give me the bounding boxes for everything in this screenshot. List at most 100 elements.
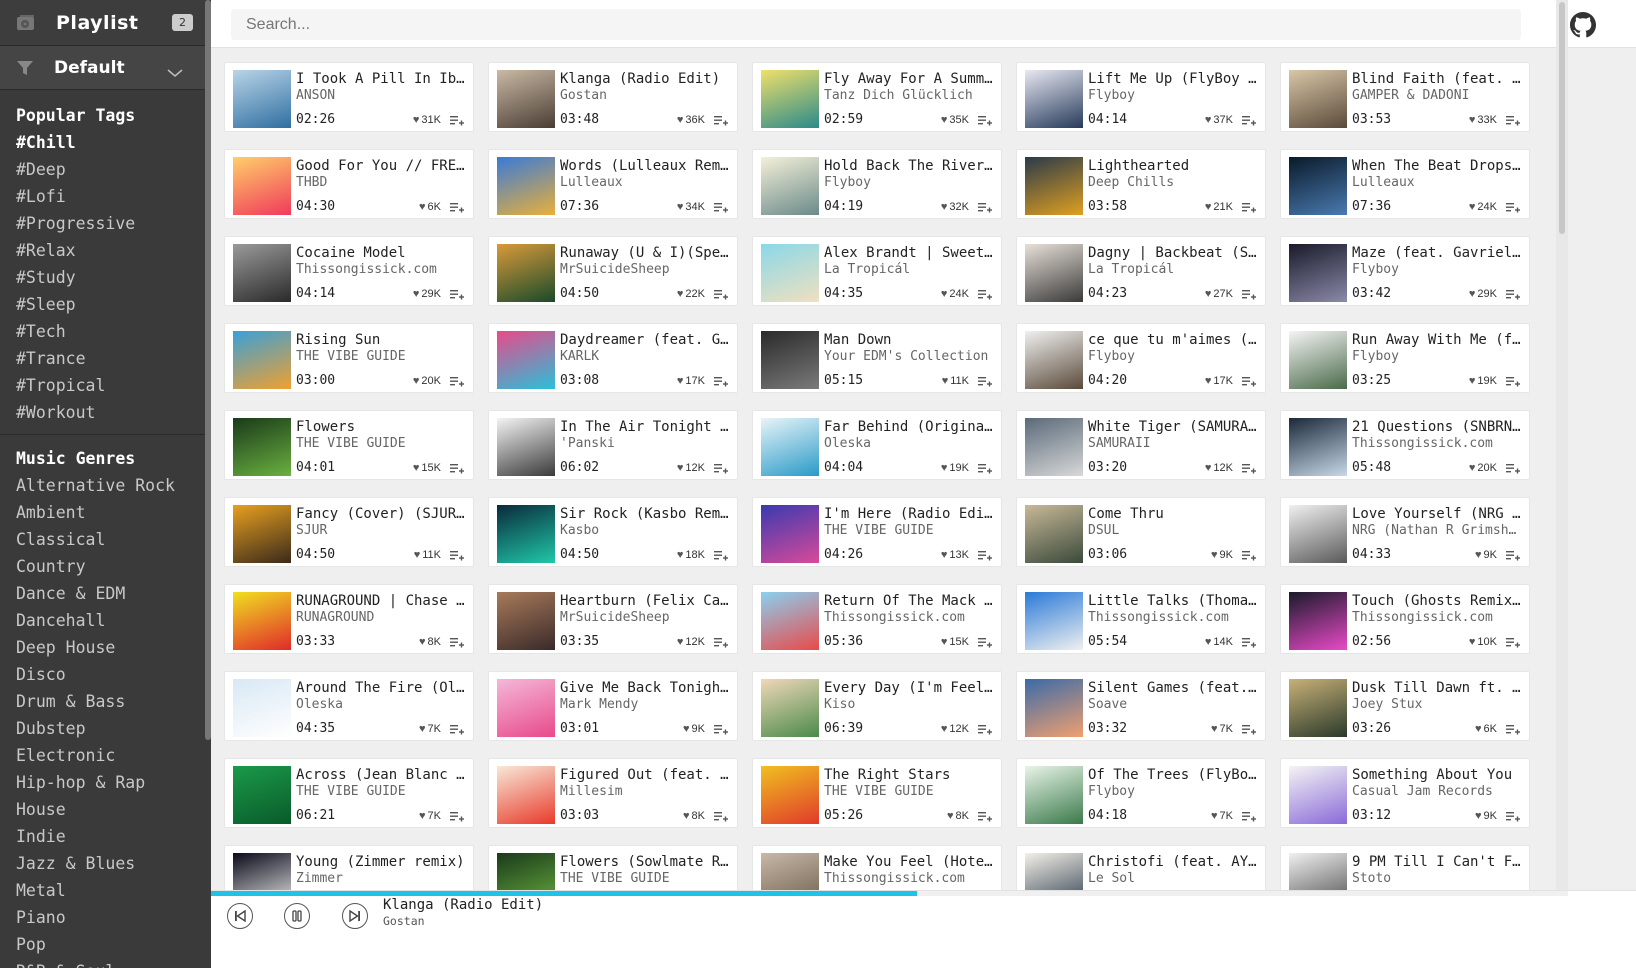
track-card[interactable]: Little Talks (Thomas Remix)Thissongissic… xyxy=(1016,584,1266,654)
search-input[interactable] xyxy=(231,9,1521,40)
genre-item[interactable]: Pop xyxy=(0,931,211,958)
add-to-queue-icon[interactable] xyxy=(713,634,729,650)
genre-item[interactable]: Dance & EDM xyxy=(0,580,211,607)
track-card[interactable]: Touch (Ghosts Remix) ...Thissongissick.c… xyxy=(1280,584,1530,654)
album-art[interactable] xyxy=(1025,853,1083,894)
track-card[interactable]: Silent Games (feat. Zak)Soave 03:32 ♥7K xyxy=(1016,671,1266,741)
like-count[interactable]: ♥ 34K xyxy=(677,199,705,215)
like-count[interactable]: ♥ 12K xyxy=(1205,460,1233,476)
track-title[interactable]: Fancy (Cover) (SJUR Remix) xyxy=(296,506,468,523)
like-count[interactable]: ♥ 12K xyxy=(941,721,969,737)
track-card[interactable]: Return Of The Mack (SNBRN)Thissongissick… xyxy=(752,584,1002,654)
add-to-queue-icon[interactable] xyxy=(977,721,993,737)
track-card[interactable]: Come Thru DSUL 03:06 ♥ 9K xyxy=(1016,497,1266,567)
track-title[interactable]: Alex Brandt | Sweet Summer xyxy=(824,245,996,262)
add-to-queue-icon[interactable] xyxy=(1241,460,1257,476)
album-art[interactable] xyxy=(1289,853,1347,894)
like-count[interactable]: ♥ 24K xyxy=(1469,199,1497,215)
album-art[interactable] xyxy=(497,505,555,563)
add-to-queue-icon[interactable] xyxy=(977,634,993,650)
track-card[interactable]: Every Day (I'm Feeling Good)Kiso 06:39 ♥12… xyxy=(752,671,1002,741)
like-count[interactable]: ♥ 11K xyxy=(414,547,441,563)
genre-item[interactable]: Ambient xyxy=(0,499,211,526)
genre-item[interactable]: Disco xyxy=(0,661,211,688)
add-to-queue-icon[interactable] xyxy=(713,373,729,389)
track-title[interactable]: When The Beat Drops Out xyxy=(1352,158,1524,175)
like-count[interactable]: ♥ 6K xyxy=(1475,721,1497,737)
tag-item[interactable]: #Lofi xyxy=(0,183,211,210)
track-title[interactable]: Words (Lulleaux Remix) xyxy=(560,158,732,175)
album-art[interactable] xyxy=(233,157,291,215)
album-art[interactable] xyxy=(233,70,291,128)
add-to-queue-icon[interactable] xyxy=(449,460,465,476)
album-art[interactable] xyxy=(1025,418,1083,476)
track-title[interactable]: Figured Out (feat. Maia) xyxy=(560,767,732,784)
track-title[interactable]: Across (Jean Blanc Remix) xyxy=(296,767,468,784)
track-card[interactable]: When The Beat Drops OutLulleaux 07:36 ♥24K xyxy=(1280,149,1530,219)
track-title[interactable]: The Right Stars xyxy=(824,767,996,784)
album-art[interactable] xyxy=(497,244,555,302)
genre-item[interactable]: Drum & Bass xyxy=(0,688,211,715)
track-title[interactable]: Of The Trees (FlyBoy Remix) xyxy=(1088,767,1260,784)
track-title[interactable]: Rising Sun xyxy=(296,332,468,349)
like-count[interactable]: ♥ 27K xyxy=(1205,286,1233,302)
genre-item[interactable]: R&B & Soul xyxy=(0,958,211,968)
track-title[interactable]: Young (Zimmer remix) xyxy=(296,854,468,871)
track-card[interactable]: Words (Lulleaux Remix) Lulleaux 07:36 ♥ 34K xyxy=(488,149,738,219)
add-to-queue-icon[interactable] xyxy=(1241,112,1257,128)
album-art[interactable] xyxy=(233,244,291,302)
track-title[interactable]: Every Day (I'm Feeling Good) xyxy=(824,680,996,697)
track-card[interactable]: Young (Zimmer remix) Zimmer xyxy=(224,845,474,894)
add-to-queue-icon[interactable] xyxy=(977,547,993,563)
like-count[interactable]: ♥ 20K xyxy=(413,373,441,389)
track-card[interactable]: Make You Feel (Hotel Garuda)Thissongissi… xyxy=(752,845,1002,894)
add-to-queue-icon[interactable] xyxy=(1241,199,1257,215)
tag-item[interactable]: #Deep xyxy=(0,156,211,183)
genre-item[interactable]: Dancehall xyxy=(0,607,211,634)
like-count[interactable]: ♥ 35K xyxy=(941,112,969,128)
track-title[interactable]: Maze (feat. Gavrielle) xyxy=(1352,245,1524,262)
like-count[interactable]: ♥ 9K xyxy=(1475,547,1497,563)
track-card[interactable]: Good For You // FREE DOWNLOADTHBD 04:30 ♥6… xyxy=(224,149,474,219)
like-count[interactable]: ♥ 8K xyxy=(419,634,441,650)
track-title[interactable]: Return Of The Mack (SNBRN) xyxy=(824,593,996,610)
track-title[interactable]: Dusk Till Dawn ft. Sia xyxy=(1352,680,1524,697)
track-card[interactable]: Runaway (U & I)(Speaker of the House)MrS… xyxy=(488,236,738,306)
album-art[interactable] xyxy=(761,592,819,650)
like-count[interactable]: ♥ 13K xyxy=(941,547,969,563)
add-to-queue-icon[interactable] xyxy=(449,547,465,563)
add-to-queue-icon[interactable] xyxy=(1505,460,1521,476)
album-art[interactable] xyxy=(1025,766,1083,824)
track-title[interactable]: Christofi (feat. AYER) xyxy=(1088,854,1260,871)
genre-item[interactable]: Hip-hop & Rap xyxy=(0,769,211,796)
add-to-queue-icon[interactable] xyxy=(1241,721,1257,737)
track-card[interactable]: RUNAGROUND | Chase Your DreamsRUNAGROUND… xyxy=(224,584,474,654)
track-card[interactable]: Lift Me Up (FlyBoy Remix)Flyboy 04:14 ♥37K xyxy=(1016,62,1266,132)
add-to-queue-icon[interactable] xyxy=(449,634,465,650)
tag-item[interactable]: #Study xyxy=(0,264,211,291)
track-card[interactable]: ce que tu m'aimes (FlyBoy)Flyboy 04:20 ♥17… xyxy=(1016,323,1266,393)
track-title[interactable]: Around The Fire (Oleska) xyxy=(296,680,468,697)
album-art[interactable] xyxy=(497,331,555,389)
like-count[interactable]: ♥ 12K xyxy=(677,460,705,476)
track-title[interactable]: Blind Faith (feat. Pa... xyxy=(1352,71,1524,88)
add-to-queue-icon[interactable] xyxy=(713,808,729,824)
genre-item[interactable]: Metal xyxy=(0,877,211,904)
track-card[interactable]: Of The Trees (FlyBoy Remix)Flyboy 04:18 ♥7… xyxy=(1016,758,1266,828)
track-card[interactable]: Maze (feat. Gavrielle) Flyboy 03:42 ♥ 29K xyxy=(1280,236,1530,306)
track-card[interactable]: Run Away With Me (feat...)Flyboy 03:25 ♥19… xyxy=(1280,323,1530,393)
like-count[interactable]: ♥ 19K xyxy=(1469,373,1497,389)
track-card[interactable]: Fancy (Cover) (SJUR Remix)SJUR 04:50 ♥11K xyxy=(224,497,474,567)
like-count[interactable]: ♥ 37K xyxy=(1205,112,1233,128)
add-to-queue-icon[interactable] xyxy=(1505,547,1521,563)
album-art[interactable] xyxy=(1289,592,1347,650)
album-art[interactable] xyxy=(1025,70,1083,128)
sort-filter-dropdown[interactable]: Default xyxy=(0,46,211,90)
track-title[interactable]: Love Yourself (NRG Remix) xyxy=(1352,506,1524,523)
add-to-queue-icon[interactable] xyxy=(977,199,993,215)
track-card[interactable]: Love Yourself (NRG Remix)NRG (Nathan R G… xyxy=(1280,497,1530,567)
like-count[interactable]: ♥ 9K xyxy=(683,721,705,737)
album-art[interactable] xyxy=(233,766,291,824)
track-title[interactable]: Lighthearted xyxy=(1088,158,1260,175)
track-title[interactable]: Lift Me Up (FlyBoy Remix) xyxy=(1088,71,1260,88)
